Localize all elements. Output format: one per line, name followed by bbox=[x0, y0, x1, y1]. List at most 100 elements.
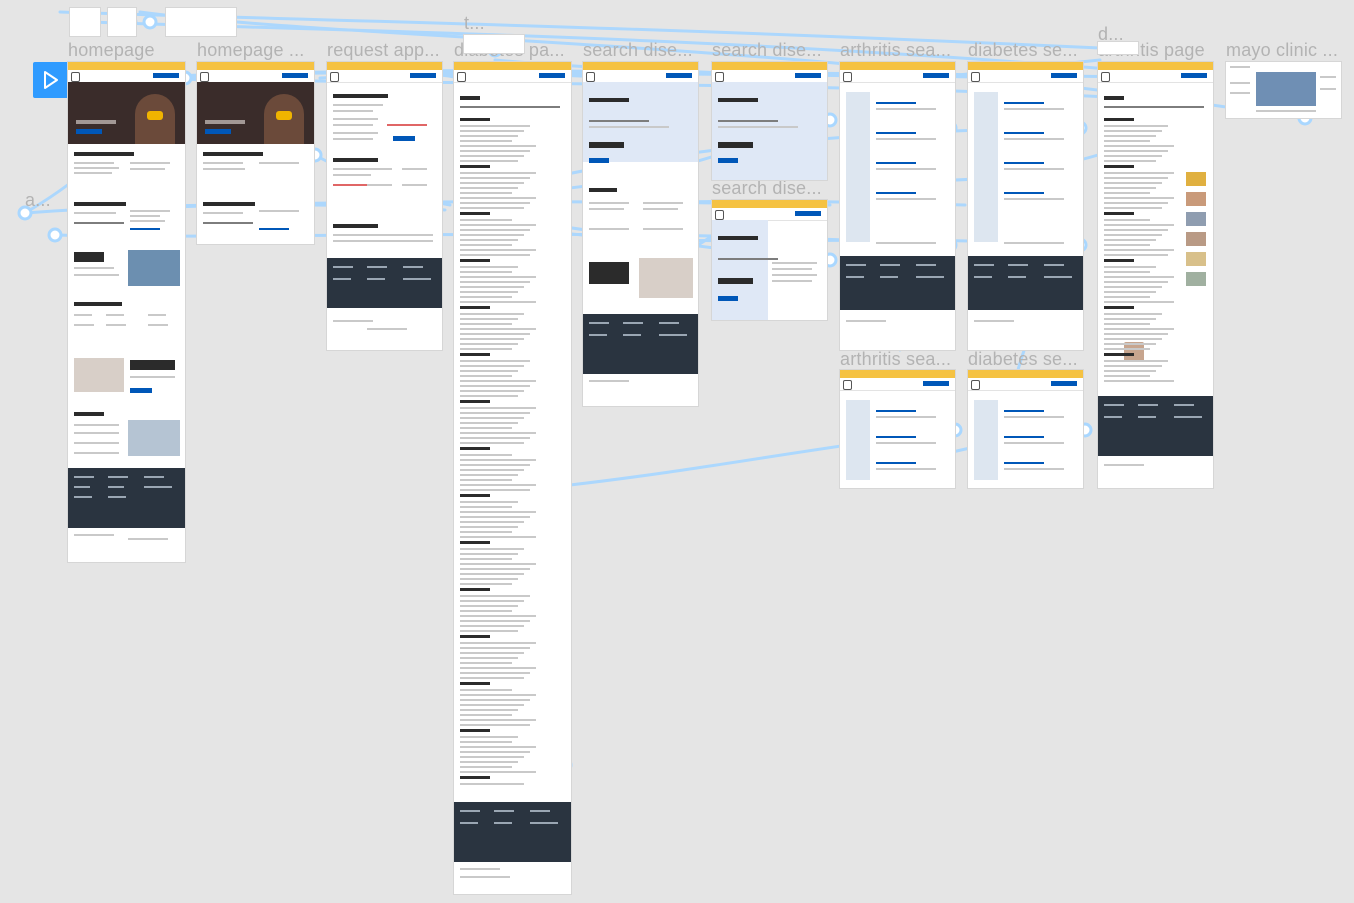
text-line bbox=[460, 318, 518, 320]
text-line bbox=[460, 197, 536, 199]
text-line bbox=[460, 348, 512, 350]
text-line bbox=[1104, 150, 1168, 152]
frame-homepage-copy[interactable] bbox=[197, 62, 314, 244]
frame-label-arthritis-search-1[interactable]: arthritis sea... bbox=[840, 40, 951, 61]
mayo-logo-icon bbox=[71, 72, 80, 82]
text-line bbox=[460, 526, 518, 528]
text-line bbox=[460, 761, 518, 763]
text-line bbox=[1104, 353, 1134, 356]
frame-diabetes-search-2[interactable] bbox=[968, 370, 1083, 488]
text-line bbox=[460, 583, 512, 585]
text-line bbox=[1104, 333, 1168, 335]
frame-diabetes-page[interactable] bbox=[454, 62, 571, 894]
text-line bbox=[460, 135, 518, 137]
text-line bbox=[460, 370, 518, 372]
frame-homepage[interactable] bbox=[68, 62, 185, 562]
mayo-logo-icon bbox=[200, 72, 209, 82]
frame-search-2[interactable] bbox=[712, 62, 827, 180]
frame-label-homepage[interactable]: homepage bbox=[68, 40, 155, 61]
text-line bbox=[1104, 130, 1162, 132]
text-line bbox=[1104, 187, 1156, 189]
frame-label-t[interactable]: t... bbox=[464, 13, 485, 34]
text-line bbox=[1104, 125, 1168, 127]
text-line bbox=[460, 385, 530, 387]
nav-cta bbox=[153, 73, 179, 78]
text-line bbox=[1104, 306, 1134, 309]
frame-label-homepage-copy[interactable]: homepage ... bbox=[197, 40, 304, 61]
text-line bbox=[460, 447, 490, 450]
hero-image bbox=[68, 82, 185, 144]
frame-label-arthritis-search-2[interactable]: arthritis sea... bbox=[840, 349, 951, 370]
text-line bbox=[460, 412, 530, 414]
tiny-frame-2[interactable] bbox=[108, 8, 136, 36]
text-line bbox=[460, 677, 524, 679]
frame-label-request[interactable]: request app... bbox=[327, 40, 440, 61]
text-line bbox=[460, 630, 518, 632]
text-line bbox=[460, 365, 524, 367]
frame-label-search-1[interactable]: search dise... bbox=[583, 40, 693, 61]
text-line bbox=[460, 360, 530, 362]
text-line bbox=[460, 254, 530, 256]
text-line bbox=[460, 531, 512, 533]
frame-search-3[interactable] bbox=[712, 200, 827, 320]
frame-label-mayo[interactable]: mayo clinic ... bbox=[1226, 40, 1338, 61]
tiny-frame-d[interactable] bbox=[1098, 42, 1138, 54]
text-line bbox=[460, 635, 490, 638]
text-line bbox=[460, 187, 518, 189]
text-line bbox=[460, 494, 490, 497]
mayo-logo-icon bbox=[330, 72, 339, 82]
frame-mayo[interactable] bbox=[1226, 62, 1341, 118]
text-line bbox=[460, 558, 512, 560]
text-line bbox=[460, 165, 490, 168]
text-line bbox=[460, 729, 490, 732]
frame-arthritis-search-2[interactable] bbox=[840, 370, 955, 488]
text-line bbox=[460, 306, 490, 309]
frame-label-a[interactable]: a... bbox=[25, 190, 51, 211]
text-line bbox=[1104, 323, 1150, 325]
text-line bbox=[1104, 286, 1162, 288]
why-heading bbox=[74, 302, 122, 306]
tiny-frame-t[interactable] bbox=[464, 35, 524, 53]
text-line bbox=[1104, 244, 1150, 246]
text-line bbox=[460, 501, 518, 503]
text-line bbox=[460, 380, 536, 382]
tiny-frame-3[interactable] bbox=[166, 8, 236, 36]
text-line bbox=[460, 118, 490, 121]
frame-label-search-2[interactable]: search dise... bbox=[712, 40, 822, 61]
frame-arthritis-page[interactable] bbox=[1098, 62, 1213, 488]
text-line bbox=[460, 751, 530, 753]
text-line bbox=[460, 536, 536, 538]
tiny-frame-1[interactable] bbox=[70, 8, 100, 36]
text-line bbox=[460, 709, 518, 711]
present-play-button[interactable] bbox=[33, 62, 69, 98]
text-line bbox=[460, 333, 530, 335]
text-line bbox=[460, 202, 530, 204]
text-line bbox=[1104, 219, 1150, 221]
text-line bbox=[1104, 259, 1134, 262]
text-line bbox=[460, 390, 524, 392]
lab-photo bbox=[74, 358, 124, 392]
text-line bbox=[460, 239, 518, 241]
text-line bbox=[1104, 182, 1162, 184]
text-line bbox=[460, 454, 512, 456]
frame-label-search-3[interactable]: search dise... bbox=[712, 178, 822, 199]
building-photo bbox=[128, 420, 180, 456]
mayo-logo-icon bbox=[715, 210, 724, 220]
frame-search-1[interactable] bbox=[583, 62, 698, 406]
text-line bbox=[460, 244, 512, 246]
text-line bbox=[460, 271, 512, 273]
text-line bbox=[460, 328, 536, 330]
text-line bbox=[460, 689, 512, 691]
frame-diabetes-search-1[interactable] bbox=[968, 62, 1083, 350]
frame-arthritis-search-1[interactable] bbox=[840, 62, 955, 350]
text-line bbox=[460, 286, 524, 288]
frame-label-diabetes-search-2[interactable]: diabetes se... bbox=[968, 349, 1078, 370]
text-line bbox=[460, 469, 524, 471]
frame-request[interactable] bbox=[327, 62, 442, 350]
text-line bbox=[460, 323, 512, 325]
text-line bbox=[460, 130, 524, 132]
text-line bbox=[1104, 140, 1150, 142]
text-line bbox=[460, 474, 518, 476]
generous-heading bbox=[130, 360, 175, 370]
frame-label-diabetes-search-1[interactable]: diabetes se... bbox=[968, 40, 1078, 61]
